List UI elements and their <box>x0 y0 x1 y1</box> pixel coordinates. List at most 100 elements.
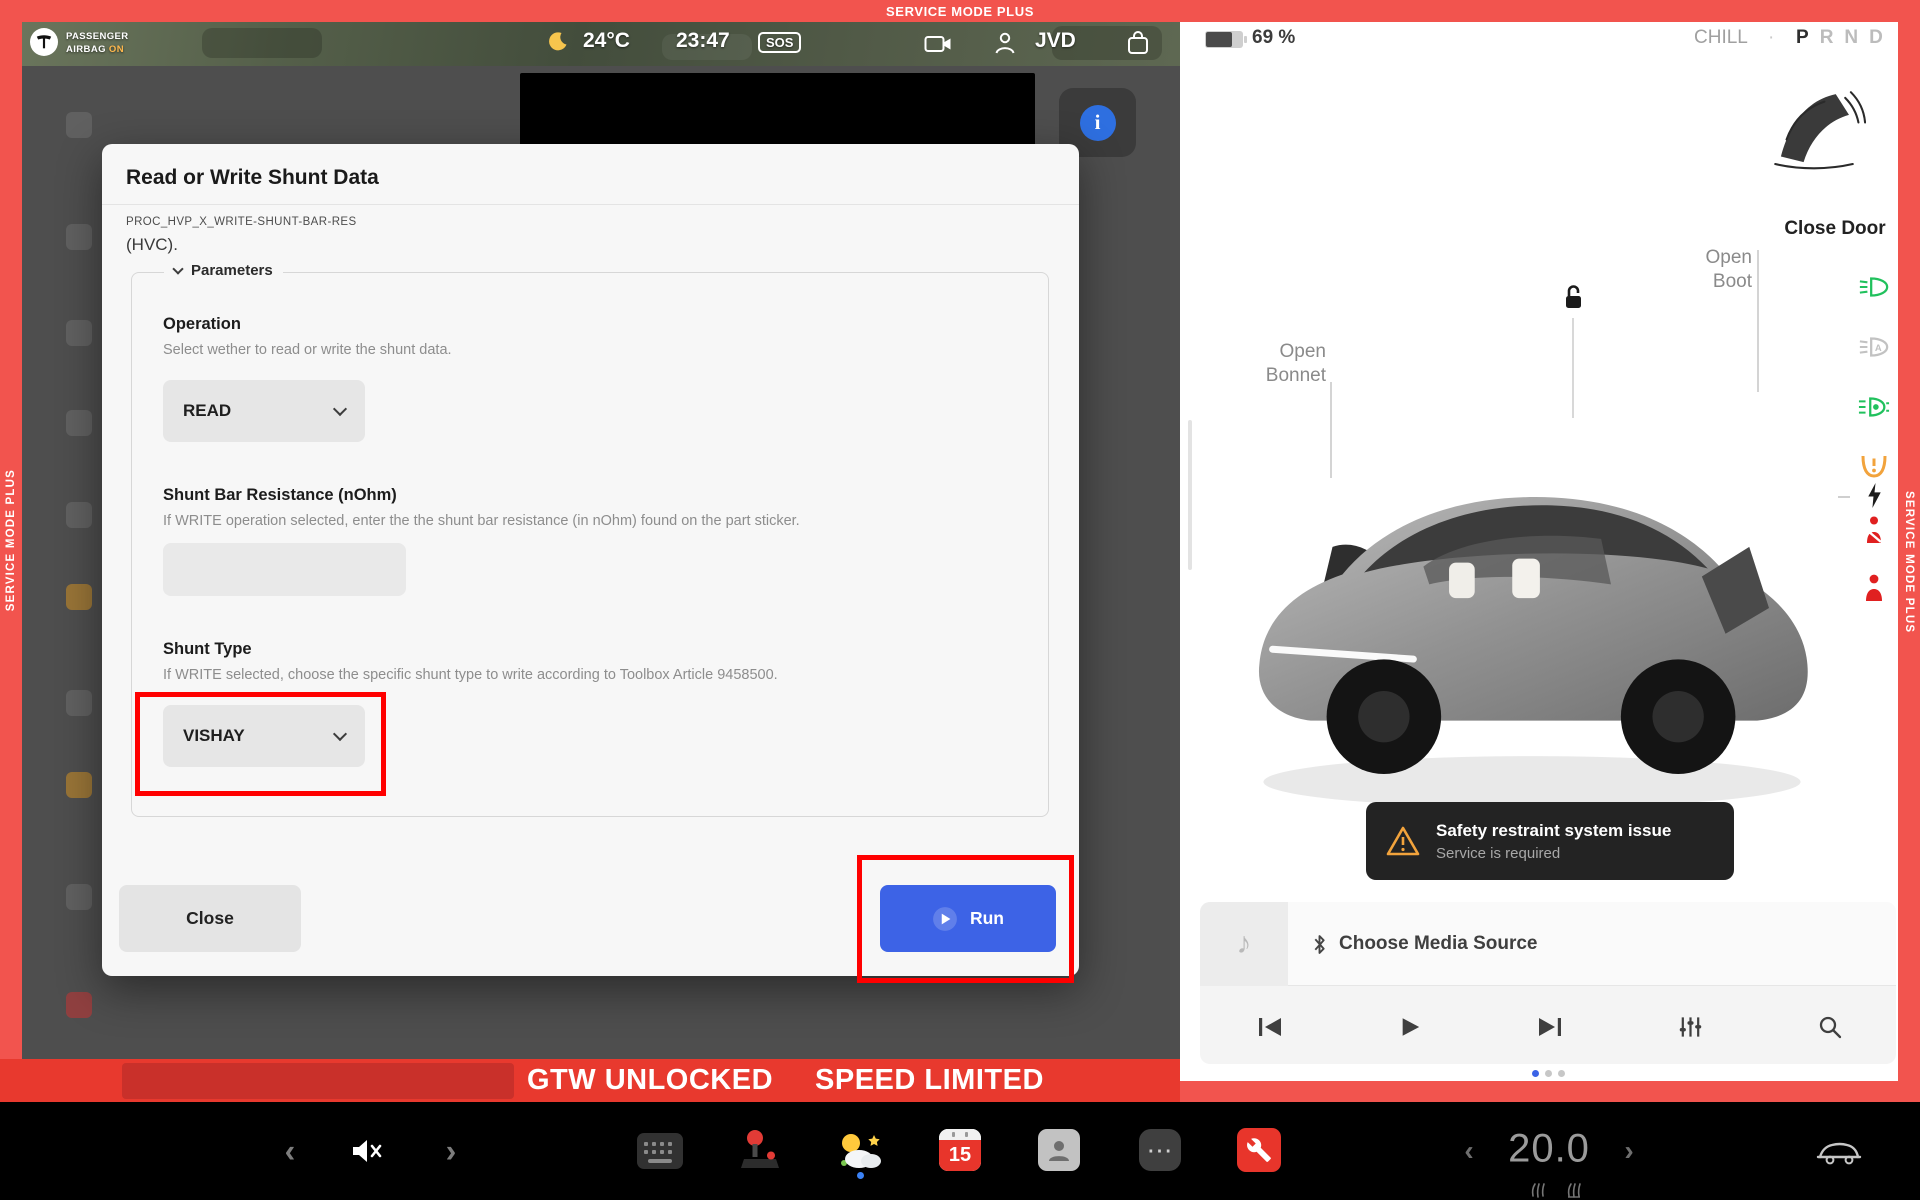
nav-back-chevron[interactable]: ‹ <box>285 1133 296 1170</box>
shunt-type-dropdown[interactable]: VISHAY <box>163 705 365 767</box>
moon-icon <box>546 31 568 58</box>
frame-right: SERVICE MODE PLUS <box>1898 22 1920 1102</box>
weather-app-button[interactable] <box>837 1130 883 1170</box>
open-boot-line2: Boot <box>1660 270 1752 294</box>
outside-temperature: 24°C <box>583 29 630 53</box>
parameters-legend[interactable]: Parameters <box>164 262 283 279</box>
parameters-label: Parameters <box>191 262 273 279</box>
car-icon <box>1816 1136 1862 1166</box>
driver-profile-label[interactable]: JVD <box>1035 29 1076 53</box>
page-dot-active[interactable] <box>1532 1070 1539 1077</box>
media-source-row[interactable]: ♪ Choose Media Source <box>1200 902 1896 986</box>
tpms-warning-icon <box>1859 452 1889 485</box>
service-mode-left-label: SERVICE MODE PLUS <box>5 469 17 611</box>
background-list-hint <box>66 410 92 436</box>
screen: PASSENGER AIRBAG ON 24°C 23:47 SOS JVD i… <box>0 0 1920 1200</box>
background-list-hint <box>66 884 92 910</box>
media-pagination-dots[interactable] <box>1532 1070 1565 1077</box>
open-boot-button[interactable]: Open Boot <box>1660 246 1752 294</box>
battery-percent: 69 % <box>1252 27 1295 49</box>
equalizer-button[interactable] <box>1673 1010 1707 1044</box>
wrench-icon <box>1237 1128 1281 1172</box>
airbag-line1: PASSENGER <box>66 31 129 42</box>
frame-bottom-right <box>1180 1081 1920 1102</box>
modal-title: Read or Write Shunt Data <box>126 166 1055 190</box>
tesla-t-icon <box>35 33 53 51</box>
skip-next-button[interactable] <box>1533 1010 1567 1044</box>
active-app-dot <box>857 1172 864 1179</box>
joystick-icon <box>740 1128 780 1172</box>
close-door-button[interactable]: Close Door <box>1770 218 1900 240</box>
gtw-banner: GTW UNLOCKED SPEED LIMITED <box>0 1059 1180 1102</box>
open-bonnet-button[interactable]: Open Bonnet <box>1238 340 1326 388</box>
page-dot[interactable] <box>1545 1070 1552 1077</box>
calendar-icon: 15 <box>939 1129 981 1171</box>
close-button-label: Close <box>186 908 234 929</box>
safety-alert-toast[interactable]: Safety restraint system issue Service is… <box>1366 802 1734 880</box>
arcade-app-button[interactable] <box>740 1128 780 1172</box>
shunt-bar-resistance-input[interactable] <box>163 543 406 596</box>
info-icon: i <box>1080 105 1116 141</box>
gear-d[interactable]: D <box>1869 27 1883 49</box>
taskbar: ‹ › <box>0 1102 1920 1200</box>
tick-dash <box>1838 496 1850 498</box>
gear-r[interactable]: R <box>1820 27 1834 49</box>
page-dot[interactable] <box>1558 1070 1565 1077</box>
keyboard-icon <box>637 1133 683 1169</box>
frame-left: SERVICE MODE PLUS <box>0 22 22 1059</box>
background-list-hint <box>66 224 92 250</box>
search-button[interactable] <box>1813 1010 1847 1044</box>
close-button[interactable]: Close <box>119 885 301 952</box>
scrollbar[interactable] <box>1188 420 1192 570</box>
background-list-hint <box>66 690 92 716</box>
chevron-down-icon <box>333 726 347 740</box>
profile-icon[interactable] <box>993 31 1017 60</box>
lightning-bolt-icon <box>1866 482 1883 514</box>
service-app-button[interactable] <box>1237 1128 1281 1172</box>
procedure-id: PROC_HVP_X_WRITE-SHUNT-BAR-RES <box>126 216 1055 228</box>
media-source-label: Choose Media Source <box>1339 933 1538 955</box>
contacts-icon <box>1038 1129 1080 1171</box>
muted-speaker-icon <box>350 1136 384 1166</box>
camera-icon[interactable] <box>924 34 952 59</box>
bag-icon[interactable] <box>1126 30 1150 61</box>
shunt-type-description: If WRITE selected, choose the specific s… <box>163 667 1048 683</box>
battery-icon <box>1205 31 1243 48</box>
background-list-hint-warning <box>66 584 92 610</box>
gear-n[interactable]: N <box>1844 27 1858 49</box>
keyboard-app-button[interactable] <box>637 1133 683 1169</box>
mute-button[interactable] <box>350 1136 384 1166</box>
front-defrost-icon[interactable] <box>1530 1182 1546 1200</box>
drive-mode-label: CHILL <box>1694 27 1748 49</box>
open-door-sketch-icon <box>1762 80 1866 185</box>
play-icon <box>932 906 958 932</box>
passenger-occupancy-icon <box>1860 572 1888 607</box>
temp-down-chevron[interactable]: ‹ <box>1464 1135 1473 1167</box>
temp-up-chevron[interactable]: › <box>1624 1135 1633 1167</box>
climate-temperature[interactable]: 20.0 <box>1508 1127 1590 1172</box>
skip-previous-button[interactable] <box>1253 1010 1287 1044</box>
operation-dropdown[interactable]: READ <box>163 380 365 442</box>
climate-controls-button[interactable] <box>1816 1136 1862 1166</box>
chevron-down-icon <box>172 263 183 274</box>
service-mode-right-label: SERVICE MODE PLUS <box>1903 491 1915 633</box>
play-button[interactable] <box>1393 1010 1427 1044</box>
contacts-app-button[interactable] <box>1038 1129 1080 1171</box>
sos-badge[interactable]: SOS <box>758 32 801 53</box>
nav-forward-chevron[interactable]: › <box>446 1133 457 1170</box>
shunt-type-label: Shunt Type <box>163 640 1048 659</box>
redacted-block <box>520 73 1035 147</box>
calendar-app-button[interactable]: 15 <box>939 1129 981 1171</box>
run-button[interactable]: Run <box>880 885 1056 952</box>
operation-label: Operation <box>163 315 1048 334</box>
gear-p[interactable]: P <box>1796 27 1809 49</box>
alert-subtitle: Service is required <box>1436 845 1671 862</box>
bluetooth-icon <box>1312 934 1327 955</box>
rear-defrost-icon[interactable] <box>1566 1182 1582 1200</box>
speed-limited-label: SPEED LIMITED <box>815 1064 1044 1097</box>
unlocked-padlock-icon[interactable] <box>1558 282 1588 319</box>
music-note-icon: ♪ <box>1237 927 1252 961</box>
running-lights-icon <box>1858 396 1890 423</box>
open-boot-line1: Open <box>1660 246 1752 270</box>
more-apps-button[interactable]: ⋯ <box>1139 1129 1181 1171</box>
